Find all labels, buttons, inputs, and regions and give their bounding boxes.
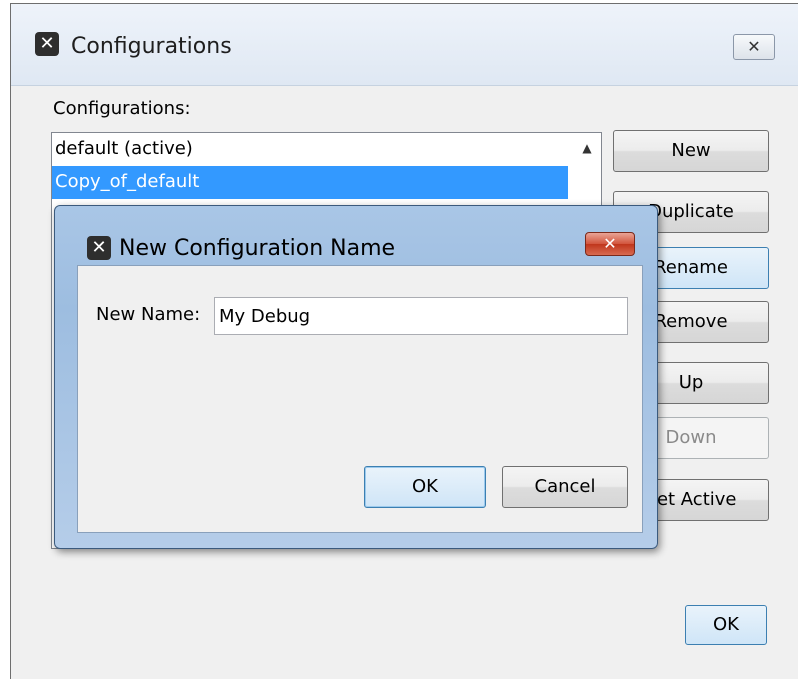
app-logo-icon: ✕ [35, 32, 59, 56]
configurations-list-label: Configurations: [53, 98, 191, 119]
close-button[interactable]: ✕ [733, 34, 775, 60]
modal-close-button[interactable]: ✕ [585, 232, 635, 256]
new-configuration-name-dialog: ✕ New Configuration Name ✕ New Name: OK … [54, 205, 658, 549]
new-button[interactable]: New [613, 130, 769, 172]
modal-cancel-button[interactable]: Cancel [502, 466, 628, 508]
app-logo-icon: ✕ [87, 236, 111, 260]
configurations-titlebar[interactable]: ✕ Configurations ✕ [11, 4, 798, 86]
modal-ok-button[interactable]: OK [364, 466, 486, 508]
new-name-label: New Name: [96, 304, 201, 325]
dialog-title: Configurations [71, 34, 232, 59]
modal-title: New Configuration Name [119, 236, 396, 261]
list-item-default[interactable]: default (active) [52, 133, 568, 166]
close-icon: ✕ [603, 234, 617, 253]
list-item-copy-of-default[interactable]: Copy_of_default [52, 166, 568, 199]
ok-button[interactable]: OK [685, 605, 767, 645]
new-name-input[interactable] [214, 297, 628, 335]
close-icon: ✕ [747, 37, 761, 56]
scroll-up-arrow-icon[interactable]: ▲ [574, 135, 600, 161]
modal-content: New Name: OK Cancel [77, 265, 643, 533]
